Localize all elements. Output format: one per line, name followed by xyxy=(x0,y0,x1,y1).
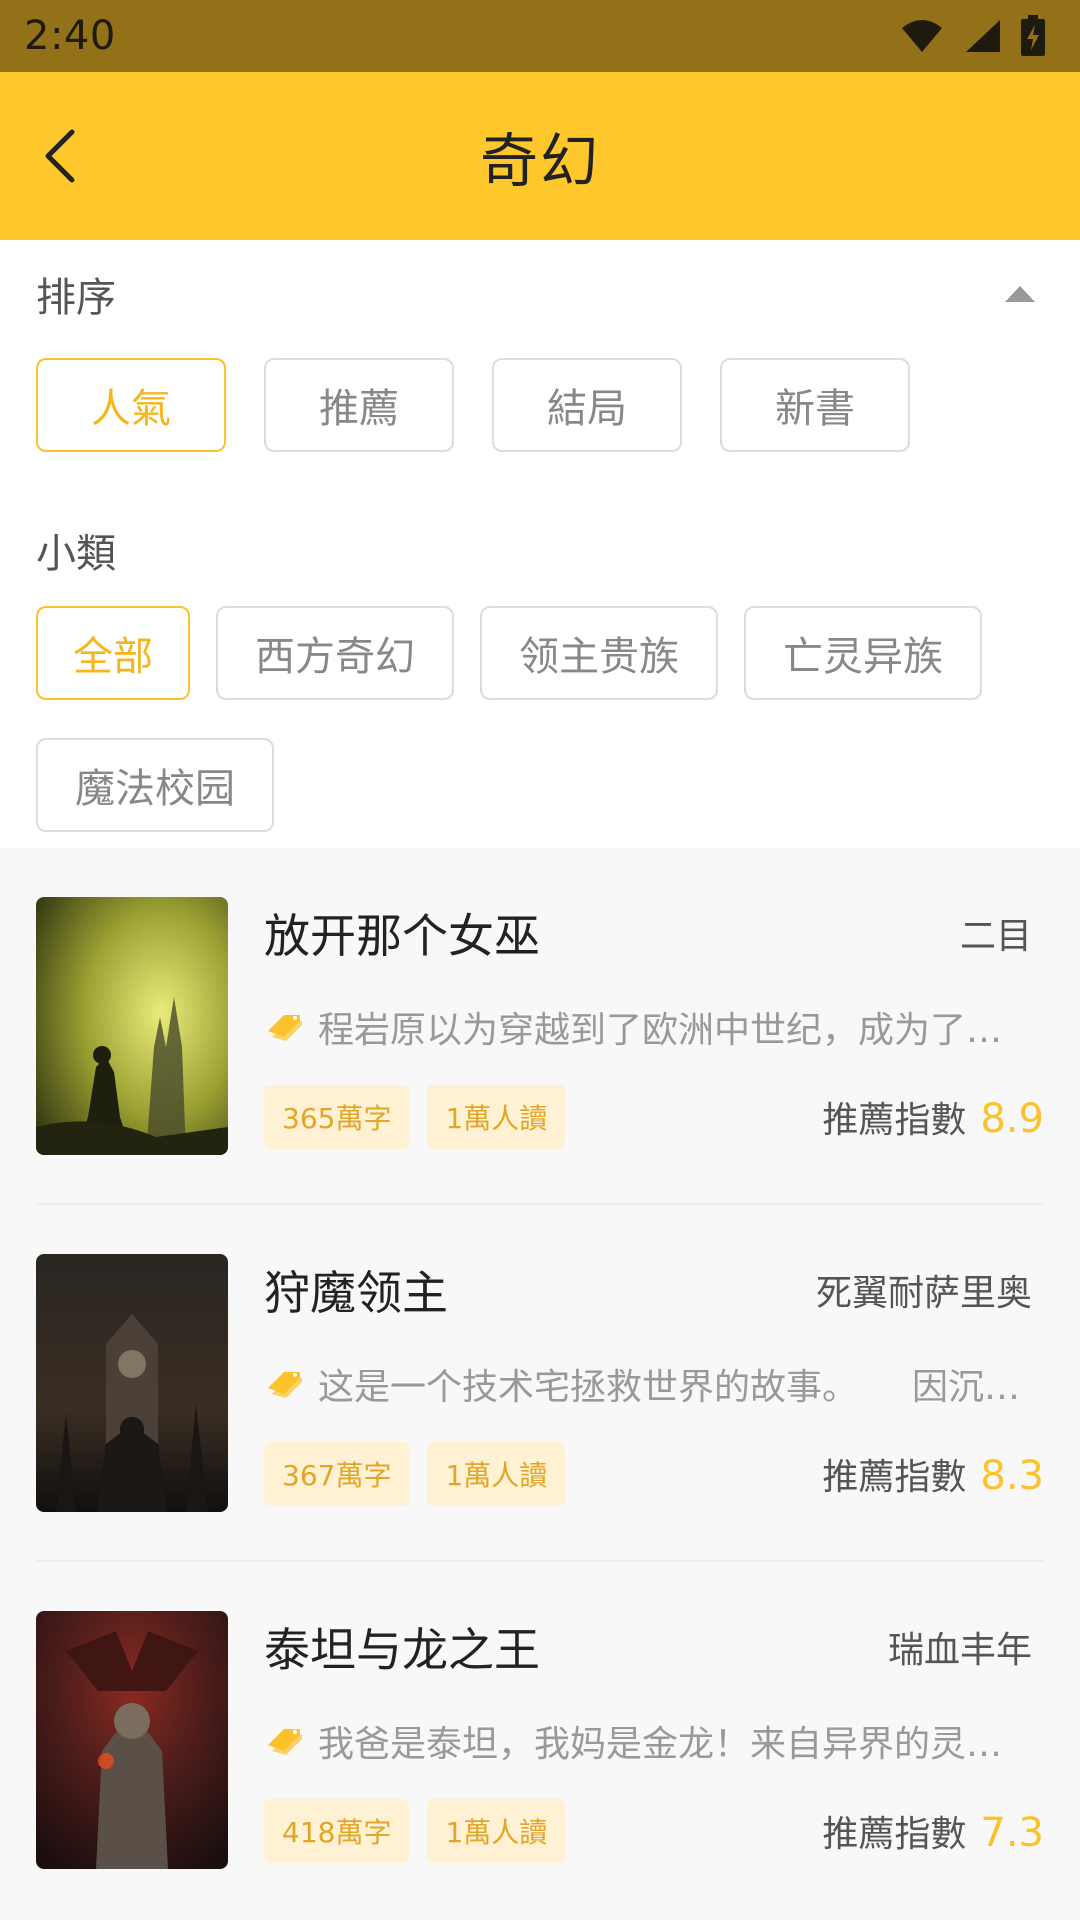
book-author[interactable]: 二目 xyxy=(960,907,1032,959)
book-info: 放开那个女巫 二目 程岩原以为穿越到了欧洲中世纪，成为了一… 365萬字 1萬人… xyxy=(264,897,1044,1203)
status-icons xyxy=(900,15,1046,57)
filter-section: 排序 人氣 推薦 結局 新書 小類 全部 西方奇幻 领主贵族 亡灵异族 魔法校园 xyxy=(0,240,1080,832)
rating-value: 8.3 xyxy=(980,1453,1044,1499)
readers-badge: 1萬人讀 xyxy=(427,1799,566,1863)
sort-option-completed[interactable]: 結局 xyxy=(492,358,682,452)
book-meta: 418萬字 1萬人讀 推薦指數 7.3 xyxy=(264,1799,1044,1863)
subcategory-option-magic-academy[interactable]: 魔法校园 xyxy=(36,738,274,832)
subcategory-options: 全部 西方奇幻 领主贵族 亡灵异族 魔法校园 xyxy=(36,606,1044,832)
rating-value: 8.9 xyxy=(980,1096,1044,1142)
book-title[interactable]: 泰坦与龙之王 xyxy=(264,1614,540,1680)
sort-options: 人氣 推薦 結局 新書 xyxy=(36,358,1044,452)
status-bar: 2:40 xyxy=(0,0,1080,72)
wifi-icon xyxy=(900,18,944,54)
book-item[interactable]: 狩魔领主 死翼耐萨里奥 这是一个技术宅拯救世界的故事。 因沉… 367萬字 1萬… xyxy=(36,1205,1044,1562)
subcategory-option-all[interactable]: 全部 xyxy=(36,606,190,700)
book-description: 程岩原以为穿越到了欧洲中世纪，成为了一… xyxy=(318,1010,1030,1051)
book-header: 放开那个女巫 二目 xyxy=(264,897,1044,969)
subcategory-header: 小類 xyxy=(36,510,1044,590)
subcategory-option-undead[interactable]: 亡灵异族 xyxy=(744,606,982,700)
readers-badge: 1萬人讀 xyxy=(427,1442,566,1506)
sort-option-popularity[interactable]: 人氣 xyxy=(36,358,226,452)
word-count-badge: 367萬字 xyxy=(264,1442,410,1506)
book-item[interactable]: 放开那个女巫 二目 程岩原以为穿越到了欧洲中世纪，成为了一… 365萬字 1萬人… xyxy=(36,848,1044,1205)
book-list: 放开那个女巫 二目 程岩原以为穿越到了欧洲中世纪，成为了一… 365萬字 1萬人… xyxy=(0,848,1080,1920)
book-author[interactable]: 瑞血丰年 xyxy=(888,1621,1032,1673)
word-count-badge: 418萬字 xyxy=(264,1799,410,1863)
book-title[interactable]: 放开那个女巫 xyxy=(264,900,540,966)
sort-header: 排序 xyxy=(36,240,1044,348)
triangle-up-icon xyxy=(1005,286,1035,302)
book-badges: 418萬字 1萬人讀 xyxy=(264,1799,566,1863)
collapse-filters-button[interactable] xyxy=(1000,274,1040,314)
rating-label: 推薦指數 xyxy=(822,1814,967,1855)
rating-label: 推薦指數 xyxy=(822,1100,967,1141)
battery-charging-icon xyxy=(1020,15,1046,57)
book-meta: 365萬字 1萬人讀 推薦指數 8.9 xyxy=(264,1085,1044,1149)
book-description-row: 程岩原以为穿越到了欧洲中世纪，成为了一… xyxy=(264,993,1044,1061)
book-badges: 367萬字 1萬人讀 xyxy=(264,1442,566,1506)
book-description-row: 这是一个技术宅拯救世界的故事。 因沉… xyxy=(264,1350,1044,1418)
rating-label: 推薦指數 xyxy=(822,1457,967,1498)
book-info: 泰坦与龙之王 瑞血丰年 我爸是泰坦，我妈是金龙！来自异界的灵魂… 418萬字 1… xyxy=(264,1611,1044,1919)
sort-label: 排序 xyxy=(36,275,116,321)
book-meta: 367萬字 1萬人讀 推薦指數 8.3 xyxy=(264,1442,1044,1506)
readers-badge: 1萬人讀 xyxy=(427,1085,566,1149)
book-rating: 推薦指數 8.9 xyxy=(822,1091,1044,1143)
book-rating: 推薦指數 7.3 xyxy=(822,1805,1044,1857)
word-count-badge: 365萬字 xyxy=(264,1085,410,1149)
status-time: 2:40 xyxy=(24,13,116,59)
book-description: 这是一个技术宅拯救世界的故事。 因沉… xyxy=(318,1367,1021,1408)
tag-icon xyxy=(268,1729,302,1755)
app-header: 奇幻 xyxy=(0,72,1080,240)
subcategory-option-lords-nobles[interactable]: 领主贵族 xyxy=(480,606,718,700)
page-title: 奇幻 xyxy=(479,127,600,195)
book-item[interactable]: 泰坦与龙之王 瑞血丰年 我爸是泰坦，我妈是金龙！来自异界的灵魂… 418萬字 1… xyxy=(36,1562,1044,1919)
book-title[interactable]: 狩魔领主 xyxy=(264,1257,448,1323)
book-description: 我爸是泰坦，我妈是金龙！来自异界的灵魂… xyxy=(318,1724,1030,1765)
book-rating: 推薦指數 8.3 xyxy=(822,1448,1044,1500)
book-description-row: 我爸是泰坦，我妈是金龙！来自异界的灵魂… xyxy=(264,1707,1044,1775)
back-button[interactable] xyxy=(28,124,92,188)
tag-icon xyxy=(268,1372,302,1398)
book-cover[interactable] xyxy=(36,1611,228,1869)
book-cover[interactable] xyxy=(36,1254,228,1512)
book-header: 狩魔领主 死翼耐萨里奥 xyxy=(264,1254,1044,1326)
signal-icon xyxy=(962,18,1002,54)
chevron-left-icon xyxy=(45,129,75,183)
tag-icon xyxy=(268,1015,302,1041)
subcategory-label: 小類 xyxy=(36,531,116,577)
book-author[interactable]: 死翼耐萨里奥 xyxy=(816,1264,1032,1316)
sort-option-recommended[interactable]: 推薦 xyxy=(264,358,454,452)
book-cover[interactable] xyxy=(36,897,228,1155)
sort-option-new[interactable]: 新書 xyxy=(720,358,910,452)
book-info: 狩魔领主 死翼耐萨里奥 这是一个技术宅拯救世界的故事。 因沉… 367萬字 1萬… xyxy=(264,1254,1044,1560)
book-header: 泰坦与龙之王 瑞血丰年 xyxy=(264,1611,1044,1683)
book-badges: 365萬字 1萬人讀 xyxy=(264,1085,566,1149)
rating-value: 7.3 xyxy=(980,1810,1044,1856)
subcategory-option-western-fantasy[interactable]: 西方奇幻 xyxy=(216,606,454,700)
